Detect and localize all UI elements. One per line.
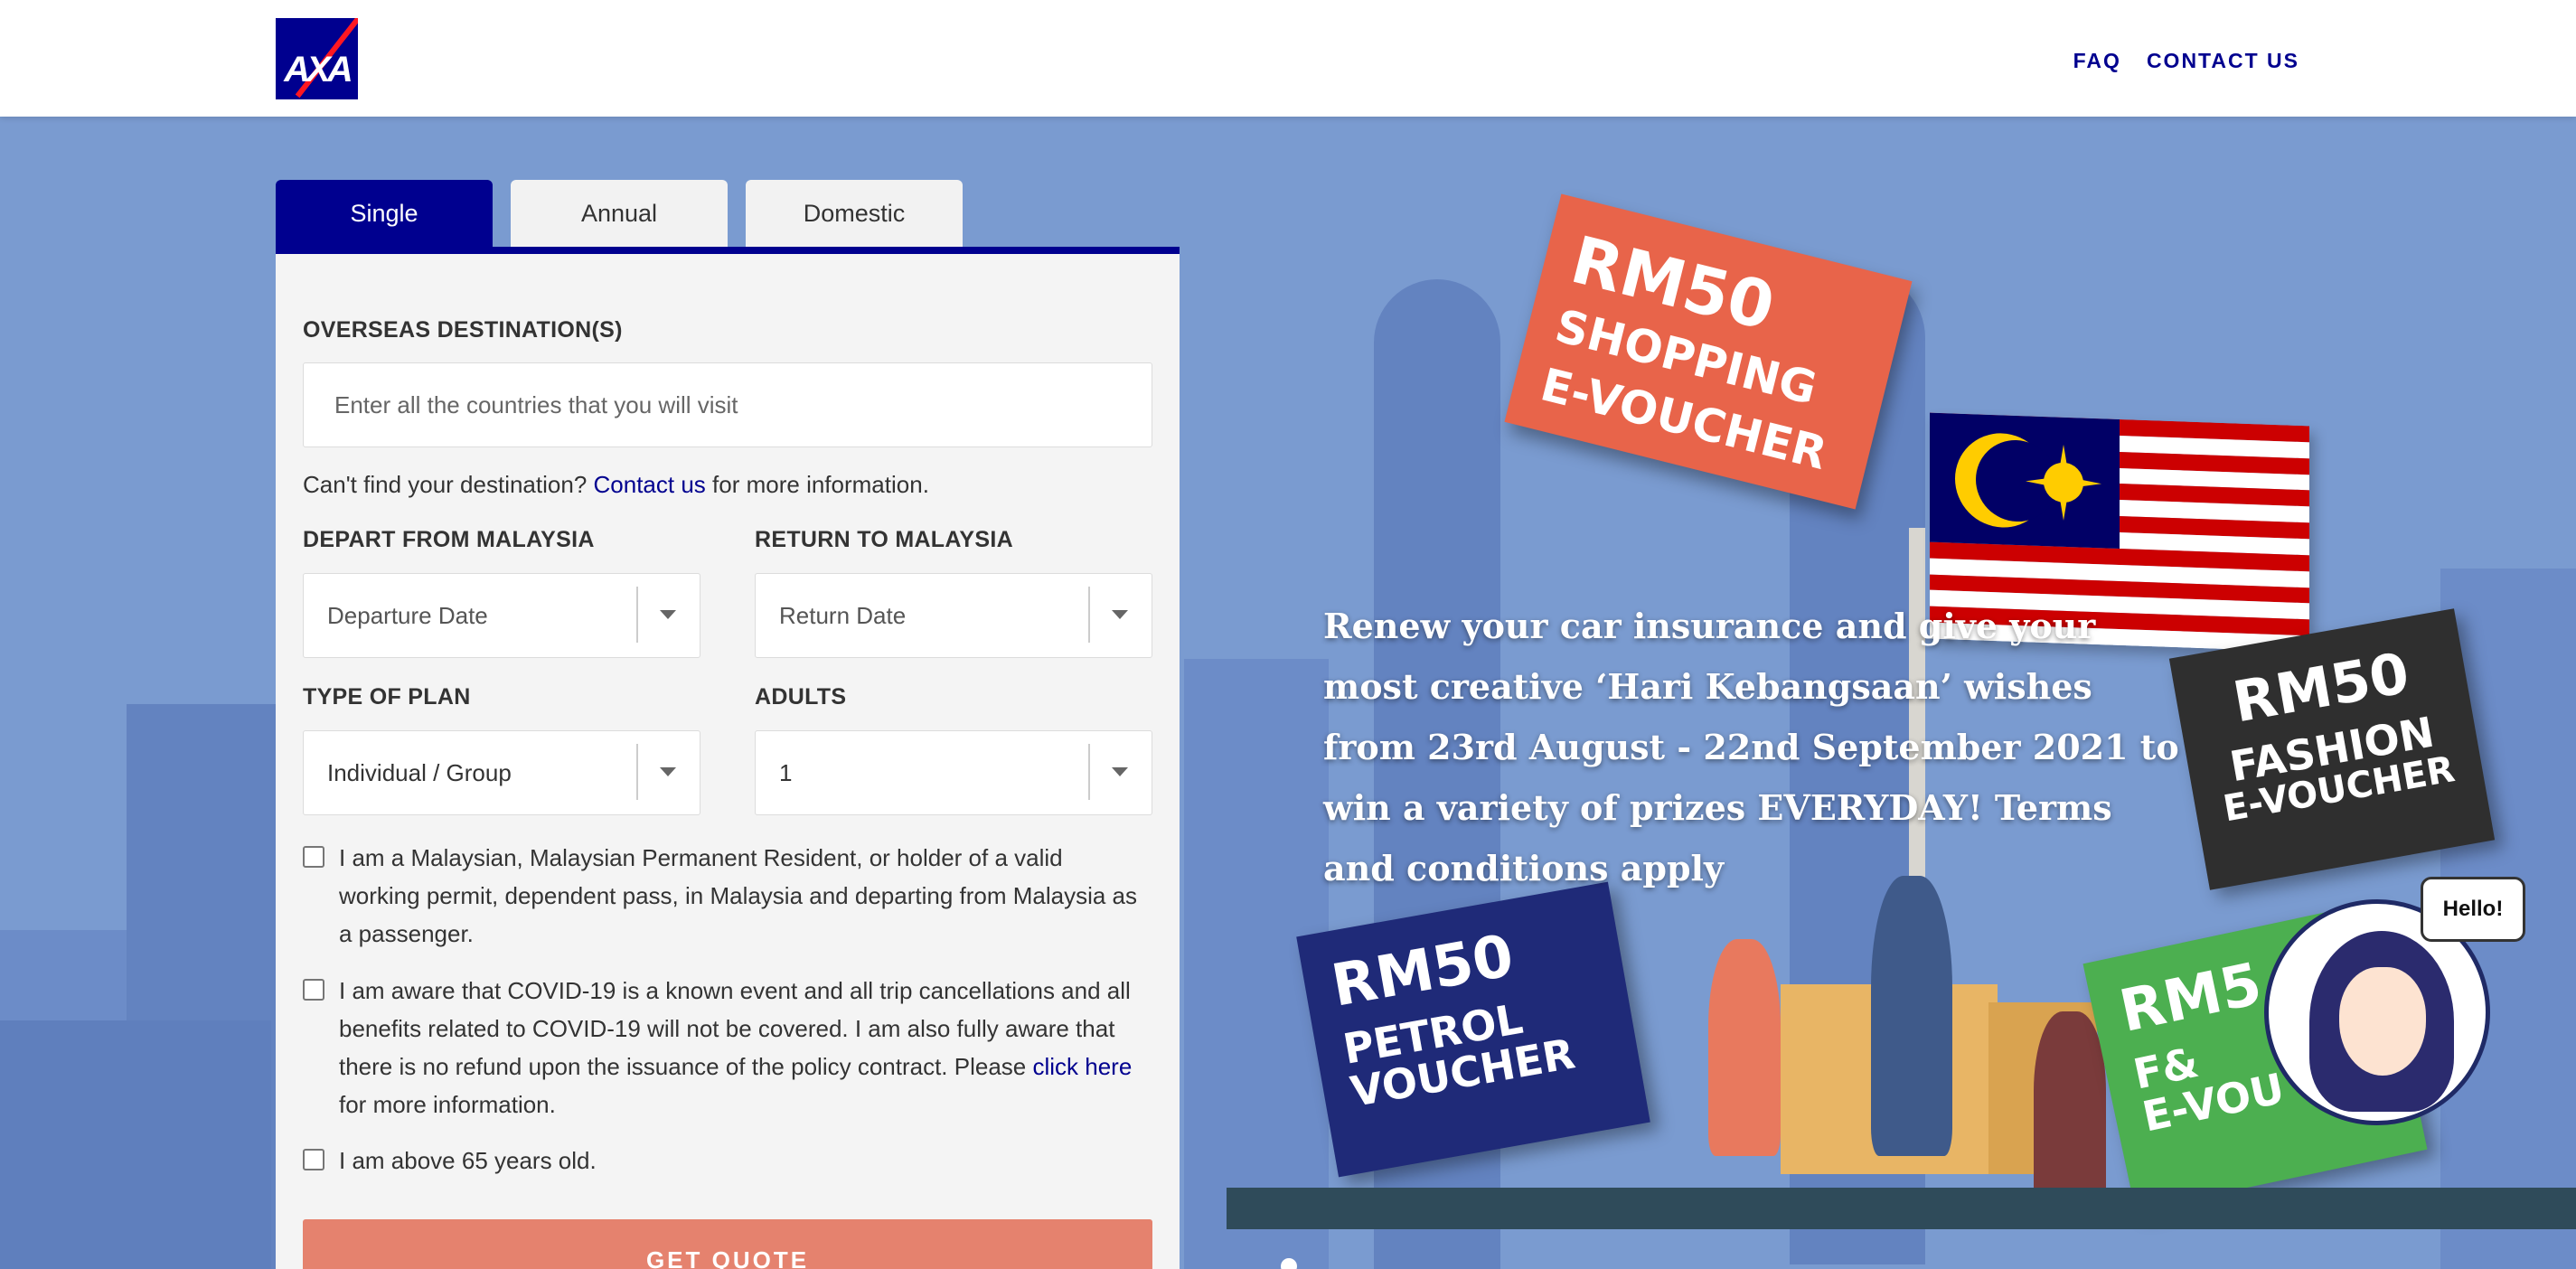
help-suffix: for more information. [712, 471, 929, 498]
plan-type-value: Individual / Group [327, 758, 512, 786]
adults-select[interactable]: 1 [755, 730, 1152, 815]
select-divider [1088, 744, 1090, 800]
return-date-placeholder: Return Date [779, 601, 907, 629]
age-checkbox-row: I am above 65 years old. [303, 1142, 1143, 1180]
plan-type-label: TYPE OF PLAN [303, 684, 471, 710]
avatar-face [2339, 967, 2426, 1076]
covid-disclaimer: I am aware that COVID-19 is a known even… [339, 977, 1131, 1080]
depart-label: DEPART FROM MALAYSIA [303, 527, 595, 552]
get-quote-button[interactable]: GET QUOTE [303, 1219, 1152, 1269]
site-header: AXA FAQ CONTACT US [0, 0, 2576, 117]
chevron-down-icon [660, 610, 676, 619]
destination-label: OVERSEAS DESTINATION(S) [303, 317, 623, 343]
chevron-down-icon [660, 767, 676, 776]
product-tabs: Single Annual Domestic [276, 180, 963, 247]
flag-canton [1930, 412, 2120, 549]
covid-checkbox[interactable] [303, 979, 324, 1001]
nav-contact-us-link[interactable]: CONTACT US [2147, 49, 2299, 73]
age-checkbox[interactable] [303, 1149, 324, 1170]
select-divider [1088, 587, 1090, 643]
logo-text: AXA [284, 50, 353, 89]
adults-label: ADULTS [755, 684, 847, 710]
covid-checkbox-row: I am aware that COVID-19 is a known even… [303, 972, 1143, 1123]
select-divider [636, 744, 638, 800]
axa-logo[interactable]: AXA [276, 18, 358, 99]
residency-text: I am a Malaysian, Malaysian Permanent Re… [339, 844, 1138, 947]
tab-annual[interactable]: Annual [511, 180, 728, 247]
fashion-voucher-card: RM50 FASHION E-VOUCHER [2168, 608, 2496, 890]
nav-faq-link[interactable]: FAQ [2073, 49, 2121, 73]
contact-us-link[interactable]: Contact us [594, 471, 706, 498]
residency-checkbox-row: I am a Malaysian, Malaysian Permanent Re… [303, 839, 1143, 953]
select-divider [636, 587, 638, 643]
stage-ground [1227, 1188, 2576, 1229]
destination-help-text: Can't find your destination? Contact us … [303, 471, 929, 499]
tab-single[interactable]: Single [276, 180, 493, 247]
departure-date-placeholder: Departure Date [327, 601, 488, 629]
residency-checkbox[interactable] [303, 846, 324, 868]
covid-suffix: for more information. [339, 1091, 556, 1118]
petrol-voucher-card: RM50 PETROL VOUCHER [1296, 881, 1650, 1178]
chat-hello-bubble[interactable]: Hello! [2421, 877, 2525, 942]
return-label: RETURN TO MALAYSIA [755, 527, 1013, 552]
covid-click-here-link[interactable]: click here [1032, 1053, 1132, 1080]
departure-date-select[interactable]: Departure Date [303, 573, 700, 658]
age-text: I am above 65 years old. [339, 1147, 597, 1174]
plan-type-select[interactable]: Individual / Group [303, 730, 700, 815]
chevron-down-icon [1112, 767, 1128, 776]
adults-value: 1 [779, 758, 793, 786]
person-illustration [1871, 876, 1952, 1156]
return-date-select[interactable]: Return Date [755, 573, 1152, 658]
shopping-voucher-card: RM50 SHOPPING E-VOUCHER [1504, 193, 1913, 510]
promo-headline: Renew your car insurance and give your m… [1323, 606, 2179, 888]
top-nav: FAQ CONTACT US [2073, 49, 2299, 73]
tab-domestic[interactable]: Domestic [746, 180, 963, 247]
person-illustration [2034, 1011, 2106, 1210]
person-illustration [1708, 939, 1781, 1156]
quote-form: OVERSEAS DESTINATION(S) Enter all the co… [276, 247, 1180, 1269]
help-prefix: Can't find your destination? [303, 471, 588, 498]
covid-text: I am aware that COVID-19 is a known even… [339, 972, 1143, 1123]
chevron-down-icon [1112, 610, 1128, 619]
carousel-indicator[interactable] [1281, 1258, 1297, 1269]
skyline-building [0, 1020, 271, 1269]
destination-input[interactable]: Enter all the countries that you will vi… [303, 362, 1152, 447]
